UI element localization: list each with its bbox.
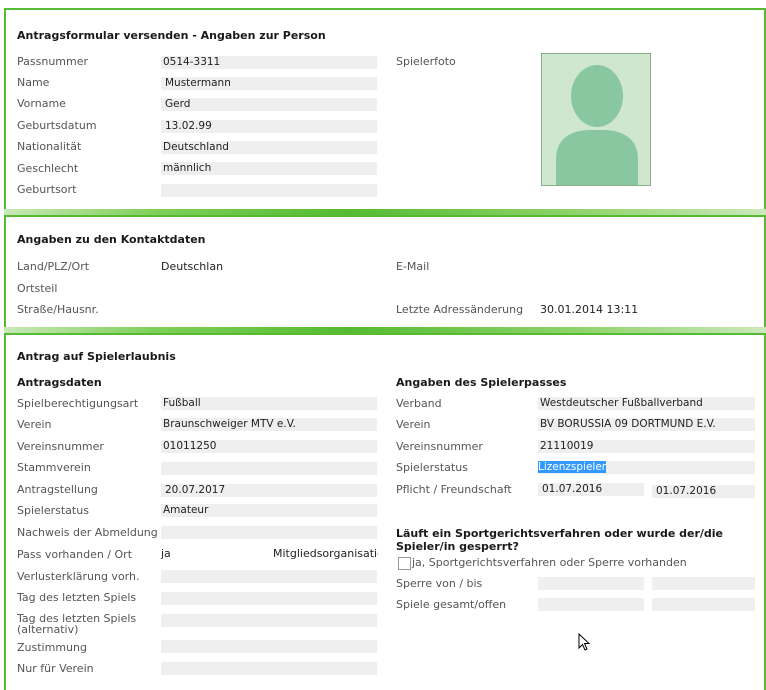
- selected-text: Lizenzspieler: [538, 461, 607, 473]
- value-tag-letztes-spiel-alt: [161, 614, 377, 627]
- value-geburtsort: [161, 184, 377, 197]
- value-freundschaft: 01.07.2016: [652, 485, 755, 498]
- question-sportgericht: Läuft ein Sportgerichtsverfahren oder wu…: [396, 527, 724, 553]
- label-pass-vorhanden: Pass vorhanden / Ort: [17, 548, 133, 561]
- label-spielberechtigungsart: Spielberechtigungsart: [17, 397, 139, 410]
- value-verband: Westdeutscher Fußballverband: [538, 397, 755, 410]
- label-ortsteil: Ortsteil: [17, 282, 58, 295]
- value-letzte-adressaenderung: 30.01.2014 13:11: [540, 303, 639, 316]
- label-verband: Verband: [396, 397, 442, 410]
- person-silhouette-icon: [542, 54, 650, 185]
- section-title-spielerlaubnis: Antrag auf Spielerlaubnis: [17, 350, 176, 363]
- value-pass-vereinsnummer: 21110019: [538, 440, 755, 453]
- spielerlaubnis-panel: [4, 333, 766, 690]
- label-sperre-von-bis: Sperre von / bis: [396, 577, 483, 590]
- value-spiele-gesamt: [538, 598, 644, 611]
- label-pass-vereinsnummer: Vereinsnummer: [396, 440, 483, 453]
- value-stammverein: [161, 462, 377, 475]
- label-verlusterklaerung: Verlusterklärung vorh.: [17, 570, 140, 583]
- value-pass-ort: Mitgliedsorganisation: [273, 547, 378, 560]
- value-passnummer: 0514-3311: [161, 56, 377, 69]
- value-spielberechtigungsart: Fußball: [161, 397, 377, 410]
- sperre-checkbox-label: ja, Sportgerichtsverfahren oder Sperre v…: [412, 556, 687, 569]
- label-pass-spielerstatus: Spielerstatus: [396, 461, 468, 474]
- label-geschlecht: Geschlecht: [17, 162, 79, 175]
- value-spiele-offen: [652, 598, 755, 611]
- value-pass-verein: BV BORUSSIA 09 DORTMUND E.V.: [538, 418, 755, 431]
- value-verein: Braunschweiger MTV e.V.: [161, 418, 377, 431]
- label-verein: Verein: [17, 418, 52, 431]
- value-nachweis-abmeldung: [161, 526, 377, 539]
- label-email: E-Mail: [396, 260, 430, 273]
- label-tag-letztes-spiel: Tag des letzten Spiels: [17, 591, 137, 604]
- label-vorname: Vorname: [17, 97, 66, 110]
- value-tag-letztes-spiel: [161, 592, 377, 605]
- value-vorname: Gerd: [161, 98, 377, 111]
- label-nur-fuer-verein: Nur für Verein: [17, 662, 94, 675]
- player-photo: [541, 53, 651, 186]
- label-land-plz-ort: Land/PLZ/Ort: [17, 260, 90, 273]
- value-nur-fuer-verein: [161, 662, 377, 675]
- value-spielerstatus: Amateur: [161, 504, 377, 517]
- value-pass-spielerstatus: Lizenzspieler: [538, 461, 755, 474]
- label-geburtsort: Geburtsort: [17, 183, 77, 196]
- label-zustimmung: Zustimmung: [17, 641, 87, 654]
- sperre-checkbox[interactable]: [398, 557, 411, 570]
- value-sperre-von: [538, 577, 644, 590]
- value-vereinsnummer: 01011250: [161, 440, 377, 453]
- subtitle-spielerpass: Angaben des Spielerpasses: [396, 376, 567, 389]
- section-title-person: Antragsformular versenden - Angaben zur …: [17, 29, 326, 42]
- value-antragstellung: 20.07.2017: [161, 484, 377, 497]
- label-letzte-adressaenderung: Letzte Adressänderung: [396, 303, 524, 316]
- value-zustimmung: [161, 640, 377, 653]
- value-name: Mustermann: [161, 77, 377, 90]
- mouse-cursor-icon: [578, 633, 591, 651]
- value-sperre-bis: [652, 577, 755, 590]
- label-name: Name: [17, 76, 50, 89]
- value-pflicht: 01.07.2016: [538, 483, 644, 496]
- label-vereinsnummer: Vereinsnummer: [17, 440, 104, 453]
- label-strasse: Straße/Hausnr.: [17, 303, 99, 316]
- label-nachweis-abmeldung: Nachweis der Abmeldung: [17, 526, 158, 539]
- value-geburtsdatum: 13.02.99: [161, 120, 377, 133]
- label-nationalitaet: Nationalität: [17, 140, 82, 153]
- label-antragstellung: Antragstellung: [17, 483, 98, 496]
- label-pflicht-freundschaft: Pflicht / Freundschaft: [396, 483, 512, 496]
- value-verlusterklaerung: [161, 570, 377, 583]
- label-spiele-gesamt-offen: Spiele gesamt/offen: [396, 598, 507, 611]
- value-pass-vorhanden: ja: [161, 547, 171, 560]
- section-title-contact: Angaben zu den Kontaktdaten: [17, 233, 206, 246]
- subtitle-antragsdaten: Antragsdaten: [17, 376, 102, 389]
- label-spielerfoto: Spielerfoto: [396, 55, 456, 68]
- label-stammverein: Stammverein: [17, 461, 91, 474]
- value-geschlecht: männlich: [161, 162, 377, 175]
- label-passnummer: Passnummer: [17, 55, 89, 68]
- value-nationalitaet: Deutschland: [161, 141, 377, 154]
- label-pass-verein: Verein: [396, 418, 431, 431]
- label-spielerstatus: Spielerstatus: [17, 504, 89, 517]
- label-geburtsdatum: Geburtsdatum: [17, 119, 97, 132]
- value-land: Deutschlanı: [161, 260, 224, 273]
- label-tag-letztes-spiel-alt: Tag des letzten Spiels (alternativ): [17, 612, 137, 636]
